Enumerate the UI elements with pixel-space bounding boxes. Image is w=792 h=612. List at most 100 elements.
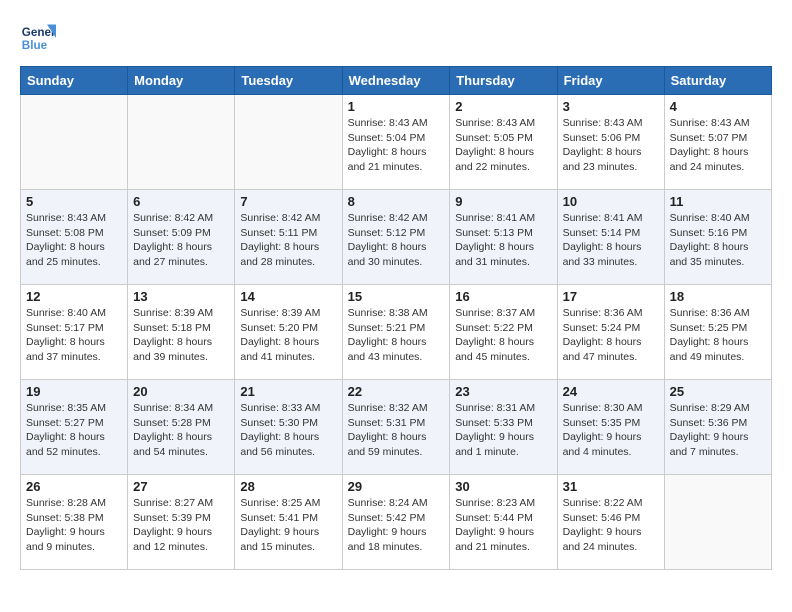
logo-icon: General Blue	[20, 20, 56, 56]
calendar-cell: 26Sunrise: 8:28 AM Sunset: 5:38 PM Dayli…	[21, 475, 128, 570]
day-number: 21	[240, 384, 336, 399]
calendar-cell: 30 Sunrise: 8:23 AM Sunset: 5:44 PM Dayli…	[450, 475, 557, 570]
day-number: 30	[455, 479, 551, 494]
day-number: 22	[348, 384, 445, 399]
calendar-table: SundayMondayTuesdayWednesdayThursdayFrid…	[20, 66, 772, 570]
day-number: 12	[26, 289, 122, 304]
day-number: 9	[455, 194, 551, 209]
day-info: Sunrise: 8:36 AM Sunset: 5:24 PM Dayligh…	[563, 306, 659, 365]
day-number: 26	[26, 479, 122, 494]
day-info: Sunrise: 8:27 AM Sunset: 5:39 PM Dayligh…	[133, 496, 229, 555]
day-number: 18	[670, 289, 766, 304]
day-info: Sunrise: 8:24 AM Sunset: 5:42 PM Dayligh…	[348, 496, 445, 555]
calendar-cell: 12 Sunrise: 8:40 AM Sunset: 5:17 PM Dayli…	[21, 285, 128, 380]
page-header: General Blue	[20, 20, 772, 56]
day-number: 16	[455, 289, 551, 304]
calendar-cell	[235, 95, 342, 190]
day-number: 11	[670, 194, 766, 209]
calendar-cell: 21 Sunrise: 8:33 AM Sunset: 5:30 PM Dayli…	[235, 380, 342, 475]
calendar-cell: 2 Sunrise: 8:43 AM Sunset: 5:05 PM Daylig…	[450, 95, 557, 190]
calendar-cell: 14Sunrise: 8:39 AM Sunset: 5:20 PM Dayli…	[235, 285, 342, 380]
day-number: 4	[670, 99, 766, 114]
day-info: Sunrise: 8:41 AM Sunset: 5:14 PM Dayligh…	[563, 211, 659, 270]
day-info: Sunrise: 8:41 AM Sunset: 5:13 PM Dayligh…	[455, 211, 551, 270]
day-info: Sunrise: 8:43 AM Sunset: 5:05 PM Dayligh…	[455, 116, 551, 175]
day-info: Sunrise: 8:42 AM Sunset: 5:09 PM Dayligh…	[133, 211, 229, 270]
day-number: 6	[133, 194, 229, 209]
calendar-week-row: 12 Sunrise: 8:40 AM Sunset: 5:17 PM Dayli…	[21, 285, 772, 380]
day-number: 24	[563, 384, 659, 399]
calendar-cell: 19 Sunrise: 8:35 AM Sunset: 5:27 PM Dayli…	[21, 380, 128, 475]
calendar-cell: 25 Sunrise: 8:29 AM Sunset: 5:36 PM Dayli…	[664, 380, 771, 475]
calendar-cell: 31 Sunrise: 8:22 AM Sunset: 5:46 PM Dayli…	[557, 475, 664, 570]
calendar-week-row: 19 Sunrise: 8:35 AM Sunset: 5:27 PM Dayli…	[21, 380, 772, 475]
day-info: Sunrise: 8:35 AM Sunset: 5:27 PM Dayligh…	[26, 401, 122, 460]
calendar-cell: 16 Sunrise: 8:37 AM Sunset: 5:22 PM Dayli…	[450, 285, 557, 380]
day-info: Sunrise: 8:31 AM Sunset: 5:33 PM Dayligh…	[455, 401, 551, 460]
day-number: 2	[455, 99, 551, 114]
day-number: 3	[563, 99, 659, 114]
day-number: 7	[240, 194, 336, 209]
day-info: Sunrise: 8:43 AM Sunset: 5:04 PM Dayligh…	[348, 116, 445, 175]
day-number: 25	[670, 384, 766, 399]
day-info: Sunrise: 8:39 AM Sunset: 5:20 PM Dayligh…	[240, 306, 336, 365]
day-number: 27	[133, 479, 229, 494]
calendar-cell: 5 Sunrise: 8:43 AM Sunset: 5:08 PM Daylig…	[21, 190, 128, 285]
calendar-cell: 10 Sunrise: 8:41 AM Sunset: 5:14 PM Dayli…	[557, 190, 664, 285]
day-info: Sunrise: 8:22 AM Sunset: 5:46 PM Dayligh…	[563, 496, 659, 555]
day-number: 5	[26, 194, 122, 209]
day-header-friday: Friday	[557, 67, 664, 95]
day-info: Sunrise: 8:36 AM Sunset: 5:25 PM Dayligh…	[670, 306, 766, 365]
day-number: 1	[348, 99, 445, 114]
calendar-cell: 28 Sunrise: 8:25 AM Sunset: 5:41 PM Dayli…	[235, 475, 342, 570]
calendar-cell: 13Sunrise: 8:39 AM Sunset: 5:18 PM Dayli…	[128, 285, 235, 380]
day-number: 29	[348, 479, 445, 494]
day-info: Sunrise: 8:43 AM Sunset: 5:07 PM Dayligh…	[670, 116, 766, 175]
calendar-cell	[21, 95, 128, 190]
day-number: 28	[240, 479, 336, 494]
calendar-cell: 17 Sunrise: 8:36 AM Sunset: 5:24 PM Dayli…	[557, 285, 664, 380]
day-number: 20	[133, 384, 229, 399]
day-header-sunday: Sunday	[21, 67, 128, 95]
day-info: Sunrise: 8:37 AM Sunset: 5:22 PM Dayligh…	[455, 306, 551, 365]
day-number: 19	[26, 384, 122, 399]
calendar-cell: 4 Sunrise: 8:43 AM Sunset: 5:07 PM Daylig…	[664, 95, 771, 190]
calendar-cell: 7 Sunrise: 8:42 AM Sunset: 5:11 PM Daylig…	[235, 190, 342, 285]
day-number: 17	[563, 289, 659, 304]
calendar-header-row: SundayMondayTuesdayWednesdayThursdayFrid…	[21, 67, 772, 95]
calendar-cell: 23Sunrise: 8:31 AM Sunset: 5:33 PM Dayli…	[450, 380, 557, 475]
calendar-cell: 18 Sunrise: 8:36 AM Sunset: 5:25 PM Dayli…	[664, 285, 771, 380]
calendar-cell: 8 Sunrise: 8:42 AM Sunset: 5:12 PM Daylig…	[342, 190, 450, 285]
day-info: Sunrise: 8:42 AM Sunset: 5:12 PM Dayligh…	[348, 211, 445, 270]
calendar-cell: 24Sunrise: 8:30 AM Sunset: 5:35 PM Dayli…	[557, 380, 664, 475]
calendar-cell: 6 Sunrise: 8:42 AM Sunset: 5:09 PM Daylig…	[128, 190, 235, 285]
day-info: Sunrise: 8:29 AM Sunset: 5:36 PM Dayligh…	[670, 401, 766, 460]
day-info: Sunrise: 8:32 AM Sunset: 5:31 PM Dayligh…	[348, 401, 445, 460]
calendar-cell: 1 Sunrise: 8:43 AM Sunset: 5:04 PM Daylig…	[342, 95, 450, 190]
day-info: Sunrise: 8:42 AM Sunset: 5:11 PM Dayligh…	[240, 211, 336, 270]
day-number: 15	[348, 289, 445, 304]
calendar-cell: 15Sunrise: 8:38 AM Sunset: 5:21 PM Dayli…	[342, 285, 450, 380]
day-header-monday: Monday	[128, 67, 235, 95]
calendar-cell: 9 Sunrise: 8:41 AM Sunset: 5:13 PM Daylig…	[450, 190, 557, 285]
day-number: 10	[563, 194, 659, 209]
day-header-wednesday: Wednesday	[342, 67, 450, 95]
calendar-cell: 27 Sunrise: 8:27 AM Sunset: 5:39 PM Dayli…	[128, 475, 235, 570]
day-header-tuesday: Tuesday	[235, 67, 342, 95]
day-info: Sunrise: 8:40 AM Sunset: 5:17 PM Dayligh…	[26, 306, 122, 365]
day-info: Sunrise: 8:43 AM Sunset: 5:08 PM Dayligh…	[26, 211, 122, 270]
day-info: Sunrise: 8:43 AM Sunset: 5:06 PM Dayligh…	[563, 116, 659, 175]
calendar-cell	[128, 95, 235, 190]
calendar-week-row: 5 Sunrise: 8:43 AM Sunset: 5:08 PM Daylig…	[21, 190, 772, 285]
day-info: Sunrise: 8:33 AM Sunset: 5:30 PM Dayligh…	[240, 401, 336, 460]
calendar-cell: 22 Sunrise: 8:32 AM Sunset: 5:31 PM Dayli…	[342, 380, 450, 475]
day-header-saturday: Saturday	[664, 67, 771, 95]
day-number: 31	[563, 479, 659, 494]
day-number: 8	[348, 194, 445, 209]
day-info: Sunrise: 8:34 AM Sunset: 5:28 PM Dayligh…	[133, 401, 229, 460]
svg-text:Blue: Blue	[22, 39, 48, 52]
calendar-cell: 3 Sunrise: 8:43 AM Sunset: 5:06 PM Daylig…	[557, 95, 664, 190]
day-info: Sunrise: 8:25 AM Sunset: 5:41 PM Dayligh…	[240, 496, 336, 555]
calendar-week-row: 1 Sunrise: 8:43 AM Sunset: 5:04 PM Daylig…	[21, 95, 772, 190]
day-info: Sunrise: 8:23 AM Sunset: 5:44 PM Dayligh…	[455, 496, 551, 555]
